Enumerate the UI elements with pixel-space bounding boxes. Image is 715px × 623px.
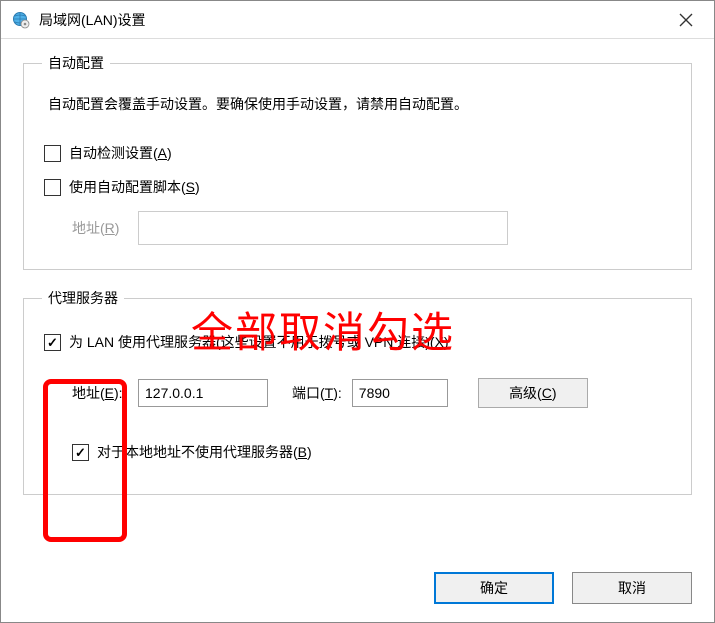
dialog-footer: 确定 取消 (1, 562, 714, 622)
bypass-local-label: 对于本地地址不使用代理服务器(B) (97, 442, 312, 462)
proxy-legend: 代理服务器 (42, 288, 124, 308)
globe-settings-icon (11, 10, 31, 30)
proxy-port-input[interactable] (352, 379, 448, 407)
lan-settings-dialog: 局域网(LAN)设置 自动配置 自动配置会覆盖手动设置。要确保使用手动设置，请禁… (0, 0, 715, 623)
proxy-address-row: 地址(E): 端口(T): 高级(C) (42, 378, 673, 408)
use-script-checkbox[interactable] (44, 179, 61, 196)
script-address-input (138, 211, 508, 245)
auto-detect-label: 自动检测设置(A) (69, 143, 172, 163)
script-address-label: 地址(R) (72, 218, 138, 238)
auto-detect-row[interactable]: 自动检测设置(A) (44, 143, 673, 163)
use-proxy-label: 为 LAN 使用代理服务器(这些设置不用于拨号或 VPN 连接)(X) (69, 332, 449, 352)
window-title: 局域网(LAN)设置 (39, 10, 666, 30)
use-proxy-checkbox[interactable] (44, 334, 61, 351)
close-button[interactable] (666, 5, 706, 35)
cancel-button[interactable]: 取消 (572, 572, 692, 604)
close-icon (679, 13, 693, 27)
auto-config-legend: 自动配置 (42, 53, 110, 73)
advanced-button[interactable]: 高级(C) (478, 378, 588, 408)
use-script-row[interactable]: 使用自动配置脚本(S) (44, 177, 673, 197)
bypass-local-checkbox[interactable] (72, 444, 89, 461)
use-script-label: 使用自动配置脚本(S) (69, 177, 200, 197)
use-proxy-row[interactable]: 为 LAN 使用代理服务器(这些设置不用于拨号或 VPN 连接)(X) (44, 332, 673, 352)
script-address-row: 地址(R) (42, 211, 673, 245)
dialog-content: 自动配置 自动配置会覆盖手动设置。要确保使用手动设置，请禁用自动配置。 自动检测… (1, 39, 714, 562)
auto-detect-checkbox[interactable] (44, 145, 61, 162)
bypass-local-row[interactable]: 对于本地地址不使用代理服务器(B) (72, 442, 673, 462)
proxy-group: 代理服务器 为 LAN 使用代理服务器(这些设置不用于拨号或 VPN 连接)(X… (23, 288, 692, 495)
auto-config-group: 自动配置 自动配置会覆盖手动设置。要确保使用手动设置，请禁用自动配置。 自动检测… (23, 53, 692, 270)
auto-config-description: 自动配置会覆盖手动设置。要确保使用手动设置，请禁用自动配置。 (48, 93, 673, 115)
ok-button[interactable]: 确定 (434, 572, 554, 604)
proxy-port-label: 端口(T): (292, 383, 342, 403)
proxy-address-label: 地址(E): (72, 383, 138, 403)
proxy-address-input[interactable] (138, 379, 268, 407)
titlebar: 局域网(LAN)设置 (1, 1, 714, 39)
